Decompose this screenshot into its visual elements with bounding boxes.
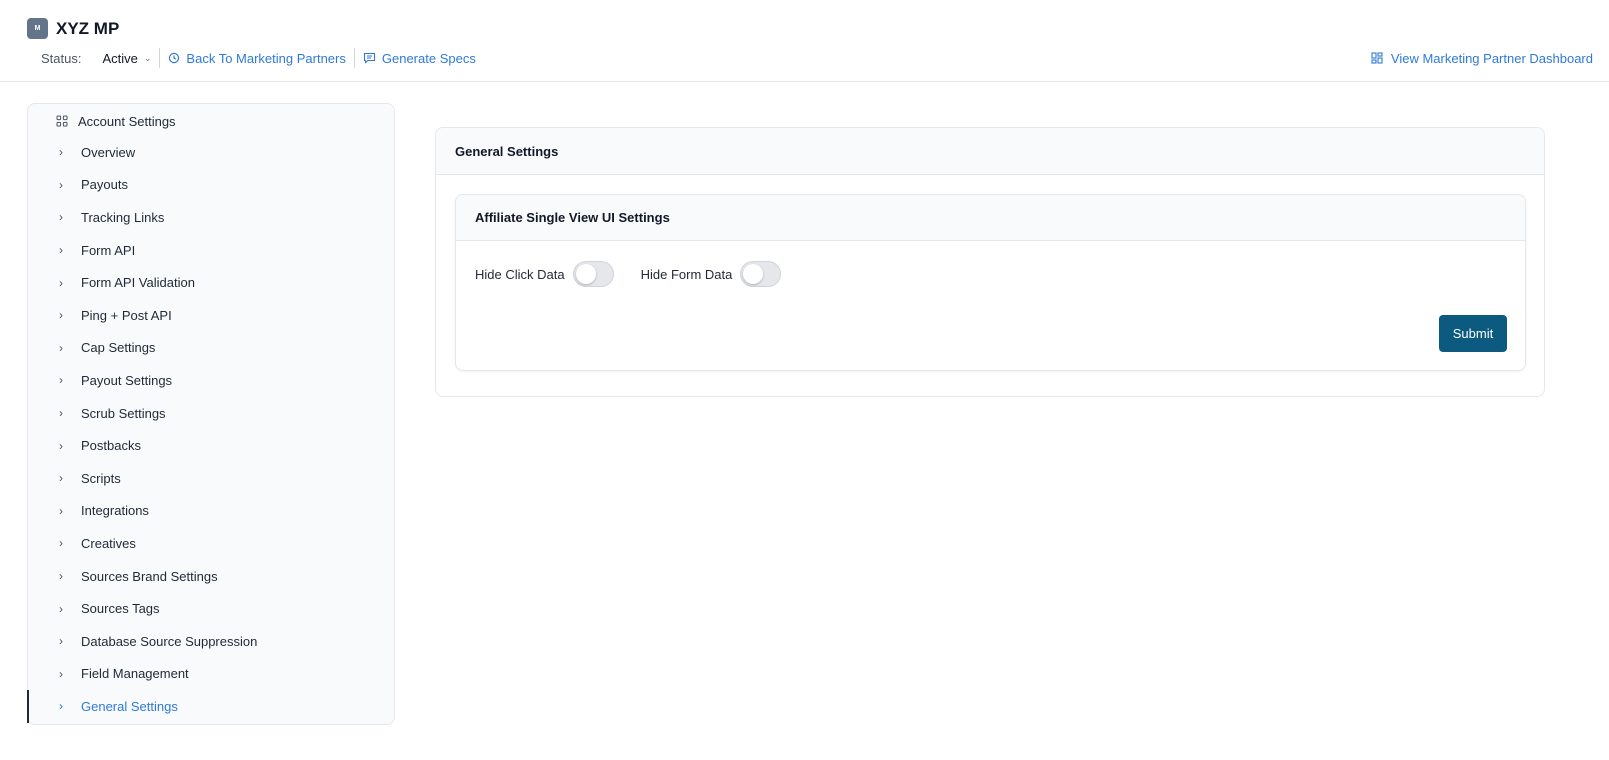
sidebar-item-cap-settings[interactable]: › Cap Settings [28,332,394,365]
dashboard-link-label: View Marketing Partner Dashboard [1390,50,1593,66]
card-title: Affiliate Single View UI Settings [456,195,1525,241]
sidebar-item-creatives[interactable]: › Creatives [28,527,394,560]
chevron-right-icon: › [59,471,63,486]
sidebar-item-label: General Settings [81,698,178,714]
toggle-row: Hide Click Data Hide Form Data [475,261,782,287]
hide-form-data-label: Hide Form Data [640,266,733,282]
chevron-right-icon: › [59,438,63,453]
chevron-right-icon: › [59,340,63,355]
status-label: Status: [41,50,82,66]
toggle-knob [743,264,764,284]
chevron-right-icon: › [59,601,63,616]
hide-click-data-label: Hide Click Data [475,266,565,282]
sidebar-item-integrations[interactable]: › Integrations [28,495,394,528]
sidebar-header: Account Settings [56,112,176,130]
generate-specs-link[interactable]: Generate Specs [363,51,476,66]
submit-button[interactable]: Submit [1439,315,1507,352]
chevron-right-icon: › [59,699,63,714]
chevron-right-icon: › [59,275,63,290]
toggle-knob [575,264,596,284]
sidebar-item-database-source-suppression[interactable]: › Database Source Suppression [28,625,394,658]
chevron-right-icon: › [59,666,63,681]
sidebar-item-form-api-validation[interactable]: › Form API Validation [28,266,394,299]
chevron-right-icon: › [59,243,63,258]
sidebar-item-label: Form API Validation [81,275,195,291]
chevron-right-icon: › [59,177,63,192]
panel-title: General Settings [436,128,1544,175]
grid-icon [56,115,68,127]
sidebar-item-label: Sources Tags [81,601,160,617]
sidebar-item-label: Postbacks [81,438,141,454]
sidebar-item-label: Database Source Suppression [81,633,258,649]
avatar: M [27,18,48,39]
chevron-right-icon: › [59,210,63,225]
hide-form-data-toggle[interactable] [740,261,782,287]
chevron-right-icon: › [59,634,63,649]
chevron-right-icon: › [59,536,63,551]
sidebar-item-general-settings[interactable]: › General Settings [27,690,394,723]
hide-click-data-toggle[interactable] [572,261,614,287]
status-value: Active [102,50,138,66]
title-row: M XYZ MP [27,18,119,39]
chevron-right-icon: › [59,503,63,518]
sidebar-item-payout-settings[interactable]: › Payout Settings [28,364,394,397]
sidebar-item-label: Integrations [81,503,149,519]
general-settings-panel: General Settings Affiliate Single View U… [435,127,1545,397]
sidebar-item-sources-tags[interactable]: › Sources Tags [28,592,394,625]
sidebar-item-field-management[interactable]: › Field Management [28,658,394,691]
chevron-right-icon: › [59,406,63,421]
sidebar-item-label: Form API [81,242,136,258]
sidebar-item-scrub-settings[interactable]: › Scrub Settings [28,397,394,430]
header-actions: Status: Active ⌄ Back To Marketing Partn… [41,48,476,68]
divider [159,48,161,68]
sidebar-item-form-api[interactable]: › Form API [28,234,394,267]
affiliate-ui-settings-card: Affiliate Single View UI Settings Hide C… [455,194,1526,371]
sidebar-item-sources-brand-settings[interactable]: › Sources Brand Settings [28,560,394,593]
sidebar-item-postbacks[interactable]: › Postbacks [28,429,394,462]
sidebar-item-scripts[interactable]: › Scripts [28,462,394,495]
back-to-marketing-partners-link[interactable]: Back To Marketing Partners [168,50,346,66]
sidebar-item-overview[interactable]: › Overview [28,136,394,169]
history-icon [169,52,180,64]
divider [353,48,355,68]
dashboard-icon [1371,52,1383,64]
generate-specs-label: Generate Specs [381,50,476,66]
sidebar-item-payouts[interactable]: › Payouts [28,169,394,202]
status-dropdown[interactable]: Active ⌄ [102,51,151,66]
sidebar-item-label: Ping + Post API [81,307,172,323]
sidebar-header-label: Account Settings [78,113,176,129]
chevron-right-icon: › [59,569,63,584]
sidebar-list: › Overview › Payouts › Tracking Links › Form AP… [27,136,394,723]
message-icon [363,52,375,64]
settings-sidebar: Account Settings › Overview › Payouts › Track… [27,103,395,725]
page-header: M XYZ MP Status: Active ⌄ Back To Market… [0,0,1609,82]
sidebar-item-label: Creatives [81,535,136,551]
sidebar-item-label: Tracking Links [81,209,165,225]
chevron-right-icon: › [59,308,63,323]
sidebar-item-label: Sources Brand Settings [81,568,218,584]
sidebar-item-label: Overview [81,144,136,160]
page-title: XYZ MP [56,18,120,38]
sidebar-item-label: Scripts [81,470,121,486]
hide-click-data-setting: Hide Click Data [475,261,614,287]
chevron-right-icon: › [59,145,63,160]
sidebar-item-tracking-links[interactable]: › Tracking Links [28,201,394,234]
back-link-label: Back To Marketing Partners [186,50,346,66]
sidebar-item-label: Cap Settings [81,340,156,356]
hide-form-data-setting: Hide Form Data [641,261,782,287]
sidebar-item-label: Scrub Settings [81,405,166,421]
sidebar-item-label: Payouts [81,177,128,193]
sidebar-item-ping-post-api[interactable]: › Ping + Post API [28,299,394,332]
view-dashboard-link[interactable]: View Marketing Partner Dashboard [1371,48,1593,68]
chevron-right-icon: › [59,373,63,388]
chevron-down-icon: ⌄ [143,52,152,63]
sidebar-item-label: Field Management [81,666,189,682]
sidebar-item-label: Payout Settings [81,372,173,388]
